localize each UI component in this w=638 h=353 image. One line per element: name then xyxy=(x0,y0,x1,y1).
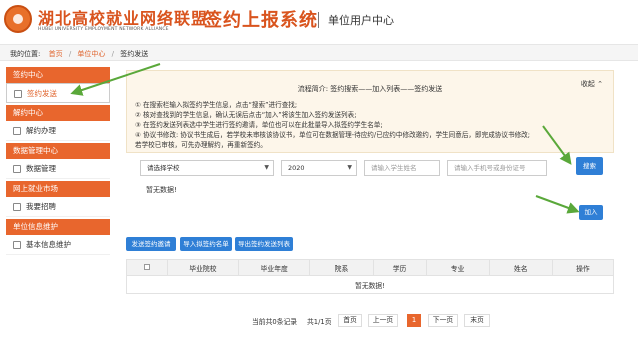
school-select-value: 请选择学校 xyxy=(147,164,180,172)
sidebar-item-label: 基本信息维护 xyxy=(26,240,71,249)
breadcrumb-bar: 我的位置: 首页 / 单位中心 / 签约发送 xyxy=(0,44,638,61)
chevron-up-icon: ⌃ xyxy=(597,80,603,88)
sidebar-item-label: 解约办理 xyxy=(26,126,56,135)
search-no-data: 暂无数据! xyxy=(146,186,177,194)
col-name: 姓名 xyxy=(488,259,553,276)
prev-page-button[interactable]: 上一页 xyxy=(368,314,398,327)
sidebar-section-info[interactable]: 单位信息维护 xyxy=(6,219,110,235)
page-count: 共1/1页 xyxy=(307,318,332,326)
year-select[interactable]: 2020 ▼ xyxy=(281,160,357,176)
user-center-title: 单位用户中心 xyxy=(328,14,394,27)
system-title: 签约上报系统 xyxy=(204,10,318,31)
next-page-button[interactable]: 下一页 xyxy=(428,314,458,327)
first-page-button[interactable]: 首页 xyxy=(338,314,362,327)
page-1-button[interactable]: 1 xyxy=(407,314,421,327)
breadcrumb: 我的位置: 首页 / 单位中心 / 签约发送 xyxy=(10,50,149,58)
breadcrumb-current: 签约发送 xyxy=(120,50,149,58)
breadcrumb-home[interactable]: 首页 xyxy=(49,50,63,58)
col-year: 毕业年度 xyxy=(238,259,311,276)
select-all-cell[interactable] xyxy=(126,259,168,276)
collapse-button[interactable]: 收起 ⌃ xyxy=(581,79,603,89)
year-select-value: 2020 xyxy=(288,164,305,172)
org-name: 湖北高校就业网络联盟 xyxy=(38,9,209,28)
sidebar-section-market[interactable]: 网上就业市场 xyxy=(6,181,110,197)
sidebar-item-cancel[interactable]: 解约办理 xyxy=(6,121,110,141)
col-major: 专业 xyxy=(425,259,490,276)
send-invite-button[interactable]: 发送签约邀请 xyxy=(126,237,176,251)
student-name-input[interactable]: 请输入学生姓名 xyxy=(364,160,440,176)
header: 湖北高校就业网络联盟 HUBEI UNIVERSITY EMPLOYMENT N… xyxy=(0,0,638,40)
school-select[interactable]: 请选择学校 ▼ xyxy=(140,160,274,176)
instruction-4: ④ 协议书修改: 协议书生成后，若学校未审核该协议书，单位可在数据管理-待应约/… xyxy=(135,131,530,139)
table-empty-message: 暂无数据! xyxy=(126,275,614,294)
search-button[interactable]: 搜索 xyxy=(576,157,603,175)
col-school: 毕业院校 xyxy=(166,259,240,276)
instruction-1: ① 在搜索栏输入拟签约学生信息，点击“搜索”进行查找; xyxy=(135,101,298,109)
document-icon xyxy=(13,203,21,211)
sidebar-item-basic-info[interactable]: 基本信息维护 xyxy=(6,235,110,255)
phone-id-input[interactable]: 请输入手机号或身份证号 xyxy=(447,160,547,176)
sidebar-item-sign-send[interactable]: 签约发送 xyxy=(6,83,110,103)
document-icon xyxy=(13,127,21,135)
instruction-2: ② 核对查找到的学生信息，确认无误后点击“加入”将该生加入签约发送列表; xyxy=(135,111,357,119)
caret-down-icon: ▼ xyxy=(264,164,269,171)
instruction-panel: 流程简介: 签约搜索——加入列表——签约发送 收起 ⌃ ① 在搜索栏输入拟签约学… xyxy=(126,70,614,153)
breadcrumb-unit-center[interactable]: 单位中心 xyxy=(77,50,105,58)
import-list-button[interactable]: 导入拟签约名单 xyxy=(180,237,232,251)
sidebar-item-recruit[interactable]: 我要招聘 xyxy=(6,197,110,217)
logo-emblem-icon xyxy=(4,5,32,33)
arrow-to-add xyxy=(535,195,580,214)
table-empty-row: 暂无数据! xyxy=(126,275,614,294)
export-list-button[interactable]: 导出签约发送列表 xyxy=(235,237,293,251)
sidebar-section-data[interactable]: 数据管理中心 xyxy=(6,143,110,159)
document-icon xyxy=(13,165,21,173)
flow-summary: 流程简介: 签约搜索——加入列表——签约发送 xyxy=(297,85,443,93)
instruction-3: ③ 在签约发送列表选中学生进行签约邀请，单位也可以在此批量导入拟签约学生名单; xyxy=(135,121,383,129)
col-degree: 学历 xyxy=(372,259,427,276)
header-divider xyxy=(318,12,319,28)
collapse-label: 收起 xyxy=(580,80,595,88)
record-count: 当前共0条记录 xyxy=(252,318,298,326)
sign-send-table: 毕业院校 毕业年度 院系 学历 专业 姓名 操作 暂无数据! xyxy=(126,259,615,294)
breadcrumb-label: 我的位置: xyxy=(10,50,41,58)
sidebar: 签约中心 签约发送 解约中心 解约办理 数据管理中心 数据管理 网上就业市场 我… xyxy=(6,67,110,255)
document-icon xyxy=(14,90,22,98)
sidebar-item-data[interactable]: 数据管理 xyxy=(6,159,110,179)
sidebar-item-label: 签约发送 xyxy=(27,89,57,98)
select-all-checkbox[interactable] xyxy=(143,263,150,270)
last-page-button[interactable]: 末页 xyxy=(464,314,490,327)
sidebar-section-cancel[interactable]: 解约中心 xyxy=(6,105,110,121)
document-icon xyxy=(13,241,21,249)
col-department: 院系 xyxy=(309,259,374,276)
instruction-5: 若学校已审核，可先办理解约，再重新签约。 xyxy=(135,141,267,149)
table-header-row: 毕业院校 毕业年度 院系 学历 专业 姓名 操作 xyxy=(126,259,615,276)
sidebar-section-sign[interactable]: 签约中心 xyxy=(6,67,110,83)
sidebar-item-label: 数据管理 xyxy=(26,164,56,173)
sidebar-item-label: 我要招聘 xyxy=(26,202,56,211)
org-name-en: HUBEI UNIVERSITY EMPLOYMENT NETWORK ALLI… xyxy=(38,27,169,32)
add-button[interactable]: 加入 xyxy=(579,205,603,220)
caret-down-icon: ▼ xyxy=(347,164,352,171)
col-actions: 操作 xyxy=(551,259,615,276)
